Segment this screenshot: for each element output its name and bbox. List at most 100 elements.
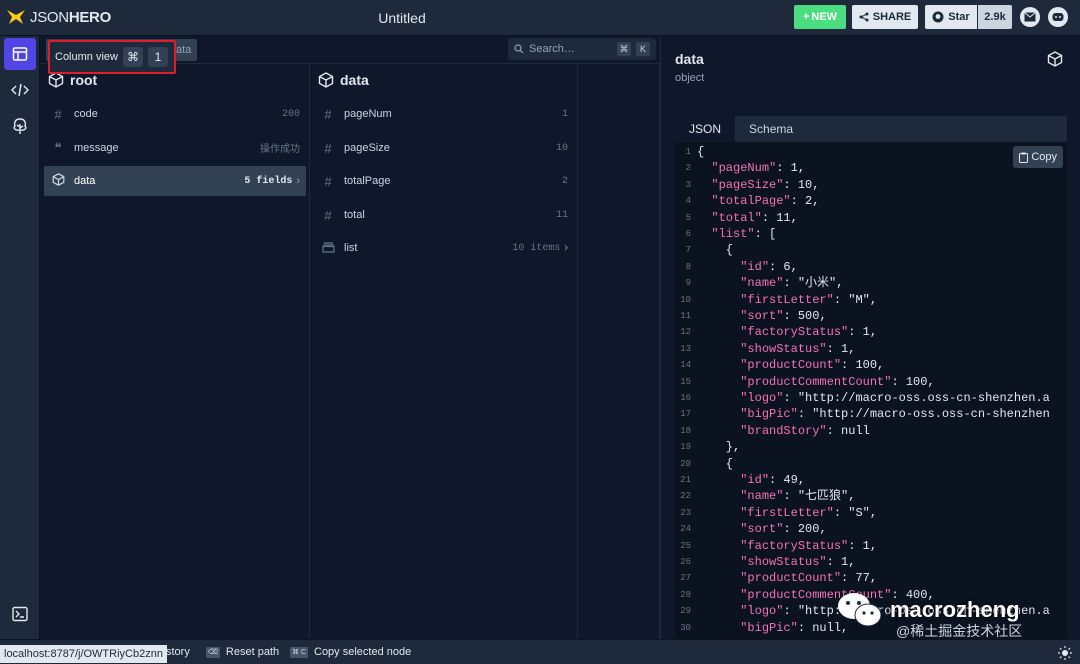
line-number: 5 — [685, 212, 691, 223]
column-root: root # code 200 ❝ message 操作成功 data 5 fi… — [40, 64, 310, 639]
row-value: 5 fields — [244, 175, 293, 187]
code-line: 16 "logo": "http://macro-oss.oss-cn-shen… — [675, 390, 1067, 406]
line-text: "id": 49, — [740, 473, 806, 487]
line-text: "pageSize": 10, — [711, 177, 820, 192]
search-kbd-key: K — [636, 42, 650, 56]
tab-schema[interactable]: Schema — [735, 116, 807, 142]
share-button-label: SHARE — [872, 11, 912, 23]
code-line: 2 "pageNum": 1, — [675, 160, 1067, 176]
chevron-right-icon: › — [564, 242, 568, 254]
line-text: "showStatus": 1, — [740, 341, 856, 356]
new-button[interactable]: + NEW — [794, 5, 846, 29]
search-kbd-cmd: ⌘ — [617, 42, 631, 56]
search-placeholder: Search… — [529, 43, 575, 55]
panel-tabs: JSON Schema — [675, 116, 1067, 142]
theme-toggle-icon[interactable] — [1058, 646, 1072, 660]
row-value: 11 — [555, 209, 568, 221]
line-number: 28 — [680, 589, 691, 600]
cube-icon — [50, 173, 66, 189]
search-input[interactable]: Search… ⌘ K — [508, 38, 656, 60]
status-bar: story ⌫ Reset path ⌘ C Copy selected nod… — [0, 639, 1080, 664]
line-number: 2 — [685, 163, 691, 174]
code-line: 14 "productCount": 100, — [675, 357, 1067, 373]
line-number: 22 — [680, 491, 691, 502]
line-text: { — [697, 456, 734, 471]
line-text: "productCount": 100, — [740, 358, 885, 373]
share-button[interactable]: SHARE — [852, 5, 918, 29]
list-icon — [320, 241, 336, 256]
plus-icon: + — [802, 11, 810, 23]
line-number: 8 — [685, 261, 691, 272]
code-line: 9 "name": "小米", — [675, 275, 1067, 291]
column-row-message[interactable]: ❝ message 操作成功 — [44, 133, 306, 163]
json-code-viewer[interactable]: Copy 1{2 "pageNum": 1, 3 "pageSize": 10, 4… — [675, 142, 1067, 639]
column-row-pagenum[interactable]: # pageNum 1 — [314, 99, 574, 129]
copy-node-shortcut[interactable]: ⌘ C Copy selected node — [290, 646, 411, 658]
code-line: 18 "brandStory": null — [675, 423, 1067, 439]
line-number: 1 — [685, 147, 691, 157]
line-number: 12 — [680, 327, 691, 338]
history-label: story — [166, 646, 190, 658]
column-row-pagesize[interactable]: # pageSize 10 — [314, 133, 574, 163]
row-value: 10 — [555, 142, 568, 154]
number-icon: # — [54, 106, 62, 122]
tooltip-label: Column view — [55, 51, 118, 63]
document-title[interactable]: Untitled — [0, 10, 804, 26]
terminal-button[interactable] — [4, 598, 36, 630]
line-number: 20 — [680, 458, 691, 469]
editor-view-button[interactable] — [4, 74, 36, 106]
column-view-button[interactable] — [4, 38, 36, 70]
code-line: 13 "showStatus": 1, — [675, 341, 1067, 357]
column-title-text: root — [70, 72, 98, 88]
line-number: 23 — [680, 507, 691, 518]
column-row-data[interactable]: data 5 fields › — [44, 166, 306, 196]
line-text: "factoryStatus": 1, — [740, 538, 878, 553]
line-number: 6 — [685, 229, 691, 239]
line-text: "id": 6, — [740, 259, 798, 274]
row-key: list — [344, 242, 358, 254]
row-value: 操作成功 — [260, 145, 300, 156]
discord-icon[interactable] — [1048, 7, 1068, 27]
tab-json[interactable]: JSON — [675, 116, 736, 142]
tree-view-button[interactable] — [4, 110, 36, 142]
code-line: 20 { — [675, 456, 1067, 472]
line-number: 19 — [680, 442, 691, 453]
reset-label: Reset path — [225, 646, 280, 658]
column-row-code[interactable]: # code 200 — [44, 99, 306, 129]
line-number: 26 — [680, 557, 691, 567]
left-rail — [0, 36, 40, 664]
star-count[interactable]: 2.9k — [978, 5, 1012, 29]
cube-icon — [48, 72, 64, 88]
github-star-button[interactable]: Star — [925, 5, 977, 29]
column-row-list[interactable]: list 10 items › — [314, 233, 574, 263]
row-value: 200 — [281, 108, 300, 120]
column-title-text: data — [340, 72, 369, 88]
line-text: "productCommentCount": 100, — [740, 374, 935, 389]
copy-kbd: ⌘ C — [290, 646, 308, 658]
number-icon: # — [324, 207, 332, 223]
line-number: 13 — [680, 343, 691, 354]
code-line: 6 "list": [ — [675, 226, 1067, 242]
copy-node-label: Copy selected node — [314, 646, 412, 658]
reset-kbd: ⌫ — [206, 646, 220, 658]
mail-icon[interactable] — [1020, 7, 1040, 27]
code-line: 5 "total": 11, — [675, 210, 1067, 226]
app-header: JSONHERO Untitled + NEW SHARE Star 2.9k — [0, 0, 1080, 36]
line-number: 30 — [680, 622, 691, 633]
code-line: 23 "firstLetter": "S", — [675, 505, 1067, 521]
column-row-totalpage[interactable]: # totalPage 2 — [314, 166, 574, 196]
line-number: 17 — [680, 409, 691, 420]
column-row-total[interactable]: # total 11 — [314, 200, 574, 230]
row-key: data — [74, 175, 96, 187]
code-line: 12 "factoryStatus": 1, — [675, 324, 1067, 340]
reset-path-shortcut[interactable]: ⌫ Reset path — [206, 646, 279, 658]
history-shortcut[interactable]: story — [166, 646, 190, 658]
column-title: root — [48, 72, 97, 88]
line-text: { — [697, 145, 705, 159]
star-label: Star — [948, 11, 970, 23]
number-icon: # — [324, 140, 332, 156]
copy-button[interactable]: Copy — [1013, 146, 1063, 168]
terminal-icon — [12, 606, 28, 622]
row-value: 1 — [561, 108, 568, 120]
column-view-icon — [12, 47, 28, 61]
